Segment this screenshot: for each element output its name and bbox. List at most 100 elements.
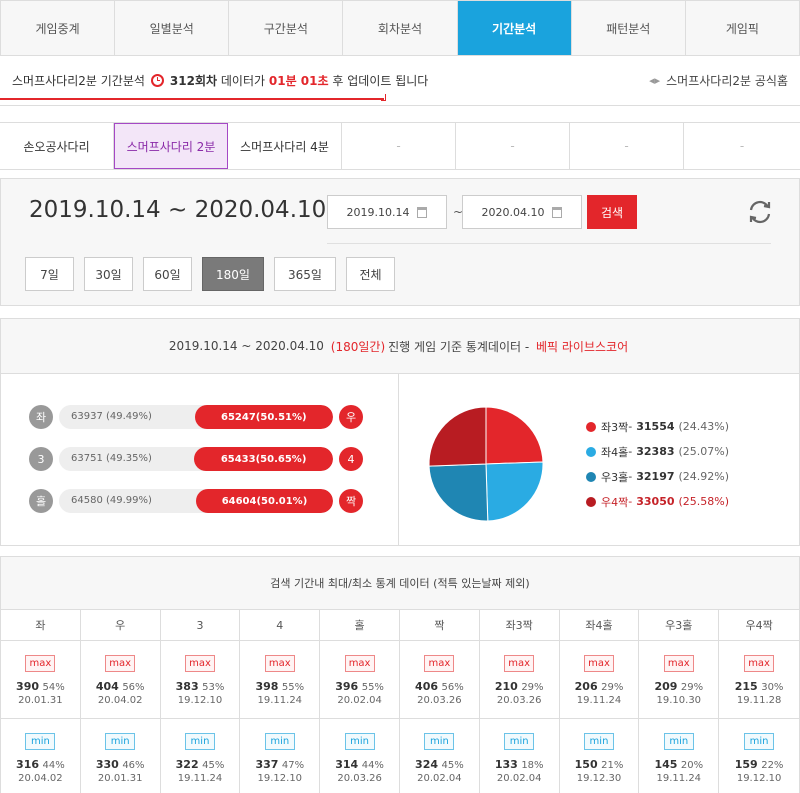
max-badge: max: [583, 655, 614, 672]
tab-gamepick[interactable]: 게임픽: [686, 1, 799, 55]
game-subtabs: 손오공사다리 스머프사다리 2분 스머프사다리 4분 - - - -: [0, 122, 800, 170]
stat-track: 64580 (49.99%) 64604 (50.01%): [59, 489, 333, 513]
column-header: 우: [80, 610, 161, 641]
min-count: 150: [574, 758, 598, 771]
left-value: 63751 (49.35%): [71, 447, 152, 471]
column-header: 좌: [1, 610, 81, 641]
min-date: 20.02.04: [496, 773, 542, 784]
min-badge: min: [424, 733, 455, 750]
subtab-smurf-2min[interactable]: 스머프사다리 2분: [114, 123, 228, 169]
max-count: 406: [415, 680, 439, 693]
day-range-buttons: 7일 30일 60일 180일 365일 전체: [25, 257, 395, 291]
max-badge: max: [744, 655, 775, 672]
min-cell: min 314 44% 20.03.26: [320, 719, 400, 793]
legend-value: 31554: [636, 420, 675, 433]
update-info-bar: 스머프사다리2분 기간분석 312회차 데이터가 01분 01초 후 업데이트 …: [0, 56, 800, 106]
max-value: 209 29%: [654, 680, 703, 693]
max-date: 19.10.30: [656, 695, 702, 706]
legend-dot: [586, 496, 596, 507]
refresh-icon[interactable]: [745, 197, 775, 227]
max-percent: 29%: [601, 682, 624, 693]
max-badge: max: [184, 655, 215, 672]
start-date-input[interactable]: 2019.10.14: [327, 195, 447, 229]
min-count: 316: [16, 758, 40, 771]
legend-item: 좌4홀 -32383 (25.07%): [586, 439, 729, 464]
min-badge: min: [504, 733, 535, 750]
start-date-value: 2019.10.14: [346, 205, 410, 219]
max-percent: 56%: [122, 682, 145, 693]
tab-live[interactable]: 게임중계: [1, 1, 116, 55]
main-nav: 게임중계 일별분석 구간분석 회차분석 기간분석 패턴분석 게임픽: [0, 0, 800, 56]
official-home-link[interactable]: ◂▸ 스머프사다리2분 공식홈: [649, 72, 788, 89]
max-value: 406 56%: [415, 680, 464, 693]
left-count: 64580: [71, 495, 103, 506]
tab-section[interactable]: 구간분석: [229, 1, 344, 55]
pie-slice-1: [485, 406, 544, 465]
tab-daily[interactable]: 일별분석: [115, 1, 230, 55]
column-header: 좌3짝: [479, 610, 560, 641]
max-percent: 55%: [281, 682, 305, 693]
divider: [398, 374, 399, 545]
right-percent: (50.01%): [256, 495, 308, 507]
search-button[interactable]: 검색: [587, 195, 637, 229]
min-value: 314 44%: [335, 758, 384, 771]
tab-pattern[interactable]: 패턴분석: [572, 1, 686, 55]
min-cell: min 150 21% 19.12.30: [560, 719, 640, 793]
left-count: 63751: [71, 453, 103, 464]
max-percent: 29%: [680, 682, 704, 693]
max-count: 206: [574, 680, 598, 693]
day-button-60[interactable]: 60일: [143, 257, 192, 291]
max-badge: max: [504, 655, 535, 672]
max-count: 210: [494, 680, 518, 693]
tab-period[interactable]: 기간분석: [457, 1, 572, 55]
stat-row: 홀 64580 (49.99%) 64604 (50.01%) 짝: [29, 489, 363, 513]
day-button-all[interactable]: 전체: [346, 257, 395, 291]
max-count: 404: [95, 680, 119, 693]
stat-track: 63751 (49.35%) 65433 (50.65%): [59, 447, 333, 471]
min-date: 20.03.26: [337, 773, 382, 784]
min-percent: 45%: [202, 760, 225, 771]
min-count: 330: [95, 758, 119, 771]
max-date: 19.11.28: [736, 695, 782, 706]
column-header: 3: [160, 610, 241, 641]
min-value: 133 18%: [495, 758, 544, 771]
end-date-input[interactable]: 2020.04.10: [462, 195, 582, 229]
max-date: 20.03.26: [417, 695, 462, 706]
max-badge: max: [105, 655, 136, 672]
column-header: 짝: [400, 610, 480, 641]
right-circle: 우: [339, 405, 363, 429]
legend-dot: [586, 421, 596, 432]
day-button-180[interactable]: 180일: [202, 257, 264, 291]
legend-item: 우3홀 -32197 (24.92%): [586, 464, 729, 489]
min-percent: 45%: [441, 760, 464, 771]
min-date: 19.11.24: [656, 773, 702, 784]
min-percent: 47%: [281, 760, 305, 771]
subtab-smurf-4min[interactable]: 스머프사다리 4분: [228, 123, 342, 169]
left-value: 63937 (49.49%): [71, 405, 152, 429]
calendar-icon: [417, 206, 428, 218]
right-count: 65433: [220, 453, 256, 465]
left-value: 64580 (49.99%): [71, 489, 152, 513]
column-header: 좌4홀: [559, 610, 640, 641]
max-percent: 53%: [202, 682, 225, 693]
subtab-songoku[interactable]: 손오공사다리: [0, 123, 114, 169]
day-button-30[interactable]: 30일: [84, 257, 133, 291]
stat-row: 좌 63937 (49.49%) 65247 (50.51%) 우: [29, 405, 363, 429]
min-date: 19.12.30: [576, 773, 622, 784]
min-value: 150 21%: [575, 758, 624, 771]
day-button-7[interactable]: 7일: [25, 257, 74, 291]
min-value: 324 45%: [415, 758, 464, 771]
max-badge: max: [344, 655, 375, 672]
min-badge: min: [744, 733, 775, 750]
min-percent: 44%: [42, 760, 65, 771]
max-value: 383 53%: [176, 680, 225, 693]
max-count: 215: [734, 680, 758, 693]
tab-round[interactable]: 회차분석: [343, 1, 458, 55]
right-fill: 65247 (50.51%): [194, 405, 333, 429]
min-count: 133: [494, 758, 518, 771]
max-percent: 54%: [42, 682, 65, 693]
max-count: 209: [654, 680, 678, 693]
stat-track: 63937 (49.49%) 65247 (50.51%): [59, 405, 333, 429]
day-button-365[interactable]: 365일: [274, 257, 336, 291]
left-count: 63937: [71, 411, 103, 422]
